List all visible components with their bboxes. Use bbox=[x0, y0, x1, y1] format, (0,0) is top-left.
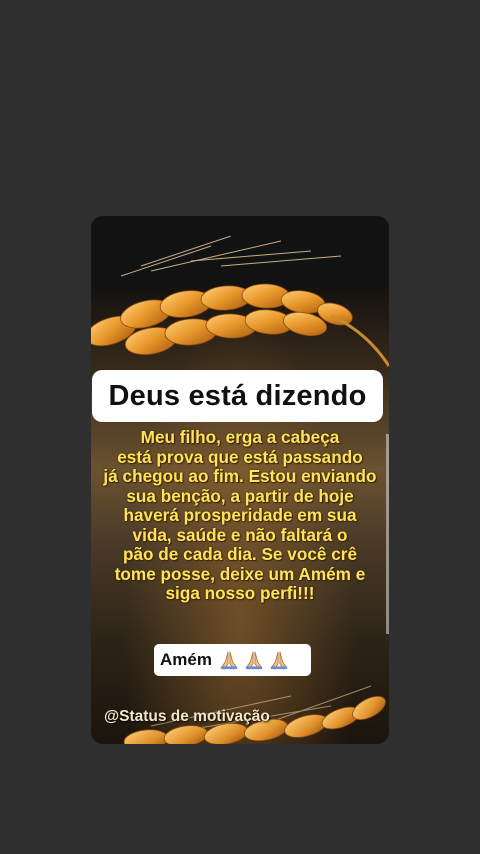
wheat-top-decoration bbox=[91, 236, 389, 367]
amen-box: Amém bbox=[154, 644, 311, 676]
post-message: Meu filho, erga a cabeça está prova que … bbox=[103, 427, 377, 603]
praying-hands-icon bbox=[220, 651, 238, 670]
post-title: Deus está dizendo bbox=[108, 379, 367, 412]
status-image-card[interactable]: Deus está dizendo Meu filho, erga a cabe… bbox=[91, 216, 389, 744]
profile-handle: @Status de motivação bbox=[104, 708, 270, 725]
screen: { "post": { "title": "Deus está dizendo"… bbox=[0, 0, 480, 854]
praying-hands-icon bbox=[270, 651, 288, 670]
amen-label: Amém bbox=[160, 650, 212, 669]
praying-hands-icon bbox=[245, 651, 263, 670]
title-box: Deus está dizendo bbox=[92, 370, 383, 422]
right-edge-line bbox=[386, 434, 389, 634]
